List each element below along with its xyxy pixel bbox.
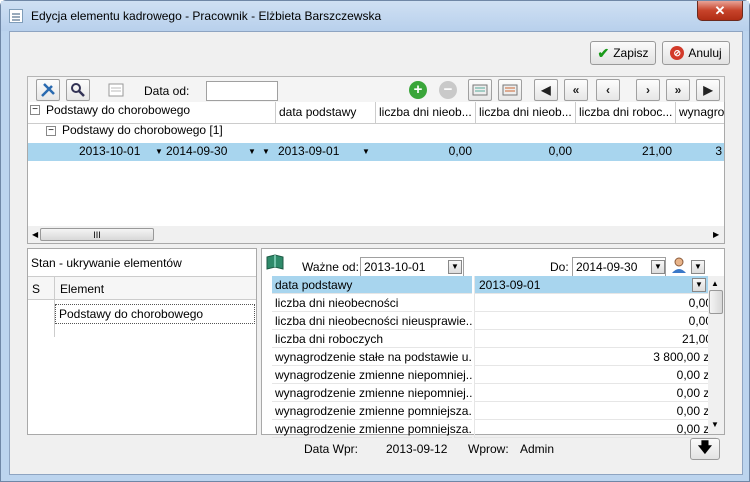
state-panel-title: Stan - ukrywanie elementów — [31, 256, 182, 270]
property-label: wynagrodzenie stałe na podstawie u... — [272, 348, 472, 366]
chevron-down-icon[interactable]: ▼ — [248, 143, 258, 161]
row-absence-days[interactable]: 0,00 — [376, 143, 472, 161]
book-icon — [266, 254, 284, 270]
nav-fast-back-icon[interactable]: « — [564, 79, 588, 101]
property-value[interactable]: 21,00 — [474, 330, 716, 348]
property-value[interactable]: 0,00 — [474, 312, 716, 330]
property-label: wynagrodzenie zmienne pomniejsza... — [272, 420, 472, 438]
scroll-down-icon[interactable]: ▼ — [711, 416, 721, 434]
valid-to-label: Do: — [550, 260, 569, 274]
entered-by-label: Wprow: — [468, 442, 509, 456]
nav-prev-icon[interactable]: ‹ — [596, 79, 620, 101]
property-value[interactable]: 2013-09-01 — [474, 276, 716, 294]
col-header-s[interactable]: S — [32, 282, 40, 296]
arrow-down-icon[interactable]: 🡇 — [690, 438, 720, 460]
scroll-right-icon[interactable]: ▶ — [713, 226, 723, 244]
col-header-element[interactable]: Element — [60, 282, 104, 296]
row-salary[interactable]: 3 — [676, 143, 722, 161]
tree-node-root[interactable]: Podstawy do chorobowego — [46, 102, 246, 120]
row-absence-days-2[interactable]: 0,00 — [476, 143, 572, 161]
row-date[interactable]: 2013-09-01 — [278, 143, 368, 161]
row-working-days[interactable]: 21,00 — [576, 143, 672, 161]
save-button-label: Zapisz — [613, 46, 649, 60]
col-header-absence-days-2[interactable]: liczba dni nieob... — [476, 102, 576, 124]
row-from-date[interactable]: 2013-10-01 — [78, 143, 164, 161]
state-list-item[interactable]: Podstawy do chorobowego — [55, 304, 255, 324]
remove-icon[interactable]: − — [436, 79, 460, 101]
nav-first-icon[interactable]: ◀ — [534, 79, 558, 101]
settings-tools-icon[interactable] — [36, 79, 60, 101]
cancel-icon: ⊘ — [670, 46, 685, 60]
property-value[interactable]: 0,00 zł — [474, 384, 716, 402]
col-header-salary[interactable]: wynagro — [676, 102, 724, 124]
window-icon — [9, 9, 23, 23]
entered-by-value: Admin — [520, 442, 555, 456]
date-from-label: Data od: — [144, 84, 190, 98]
cancel-button[interactable]: ⊘ Anuluj — [662, 41, 730, 65]
user-icon[interactable] — [670, 256, 688, 274]
chevron-down-icon[interactable]: ▼ — [262, 143, 272, 161]
chevron-down-icon[interactable]: ▼ — [651, 260, 665, 274]
nav-fast-forward-icon[interactable]: » — [666, 79, 690, 101]
property-label: liczba dni nieobecności nieusprawie... — [272, 312, 472, 330]
property-label: wynagrodzenie zmienne niepomniej... — [272, 366, 472, 384]
copy-document-icon[interactable] — [468, 79, 492, 101]
title-bar[interactable]: Edycja elementu kadrowego - Pracownik - … — [1, 1, 749, 31]
tree-collapse-icon-2[interactable]: − — [46, 126, 56, 136]
col-header-date[interactable]: data podstawy — [276, 102, 376, 124]
chevron-down-icon[interactable]: ▼ — [155, 143, 165, 161]
save-button[interactable]: ✔ Zapisz — [590, 41, 656, 65]
property-value[interactable]: 0,00 zł — [474, 366, 716, 384]
property-value[interactable]: 0,00 zł — [474, 420, 716, 438]
toolbar — [27, 76, 725, 103]
property-label: liczba dni roboczych — [272, 330, 472, 348]
document-edit-icon[interactable] — [498, 79, 522, 101]
window-title: Edycja elementu kadrowego - Pracownik - … — [31, 9, 382, 23]
chevron-down-icon[interactable]: ▼ — [448, 260, 462, 274]
property-value[interactable]: 0,00 — [474, 294, 716, 312]
property-label: data podstawy — [272, 276, 472, 294]
valid-from-label: Ważne od: — [302, 260, 359, 274]
chevron-down-icon[interactable]: ▼ — [362, 143, 372, 161]
col-header-absence-days[interactable]: liczba dni nieob... — [376, 102, 476, 124]
tree-collapse-icon[interactable]: − — [30, 105, 40, 115]
chevron-down-icon[interactable]: ▼ — [691, 260, 705, 274]
cancel-button-label: Anuluj — [688, 46, 722, 60]
property-value[interactable]: 0,00 zł — [474, 402, 716, 420]
grid-header-spacer — [256, 102, 276, 124]
add-icon[interactable]: + — [406, 79, 430, 101]
entry-date-label: Data Wpr: — [304, 442, 359, 456]
client-area: ✔ Zapisz ⊘ Anuluj Data od: + − ◀ « ‹ › »… — [9, 31, 743, 475]
property-value[interactable]: 3 800,00 zł — [474, 348, 716, 366]
property-label: wynagrodzenie zmienne niepomniej... — [272, 384, 472, 402]
row-to-date[interactable]: 2014-09-30 — [166, 143, 252, 161]
dialog-window: Edycja elementu kadrowego - Pracownik - … — [0, 0, 750, 482]
scroll-thumb[interactable]: III — [40, 228, 154, 241]
property-label: liczba dni nieobecności — [272, 294, 472, 312]
search-icon[interactable] — [66, 79, 90, 101]
close-button[interactable]: ✕ — [697, 1, 743, 21]
property-label: wynagrodzenie zmienne pomniejsza... — [272, 402, 472, 420]
nav-next-icon[interactable]: › — [636, 79, 660, 101]
nav-last-icon[interactable]: ▶ — [696, 79, 720, 101]
checkmark-icon: ✔ — [597, 44, 610, 61]
chevron-down-icon[interactable]: ▼ — [692, 278, 706, 292]
entry-date-value: 2013-09-12 — [386, 442, 448, 456]
vertical-scroll-thumb[interactable] — [709, 290, 723, 314]
tree-node-child[interactable]: Podstawy do chorobowego [1] — [62, 122, 262, 140]
col-header-working-days[interactable]: liczba dni roboc... — [576, 102, 676, 124]
calendar-icon[interactable] — [104, 79, 128, 101]
date-from-input[interactable] — [206, 81, 278, 101]
